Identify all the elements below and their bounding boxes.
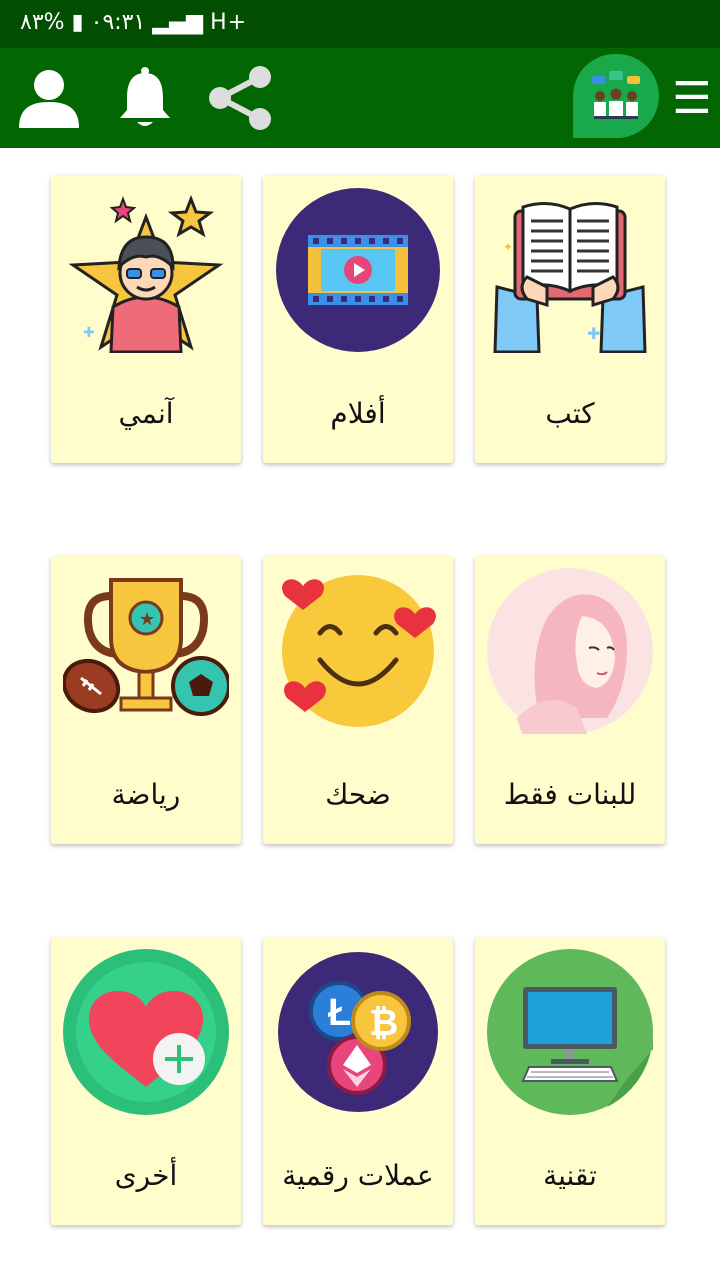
computer-icon bbox=[487, 949, 653, 1115]
category-card-cryptocurrency[interactable]: Ł ₿ عملات رقمية bbox=[263, 937, 453, 1225]
notifications-button[interactable] bbox=[110, 48, 180, 148]
category-label: عملات رقمية bbox=[282, 1159, 434, 1192]
bell-icon bbox=[120, 67, 170, 126]
category-card-girls-only[interactable]: للبنات فقط bbox=[475, 556, 665, 844]
hamburger-menu-icon: ☰ bbox=[672, 72, 712, 124]
category-label: تقنية bbox=[543, 1159, 597, 1192]
category-label: آنمي bbox=[118, 397, 174, 430]
svg-text:Ł: Ł bbox=[328, 992, 351, 1034]
app-bar: ☰ bbox=[0, 48, 720, 148]
status-bar-text: ٠٩:٣١ ▮ %٨٣ ▂▄▆ H+ bbox=[20, 10, 248, 35]
share-button[interactable] bbox=[202, 48, 278, 148]
category-card-movies[interactable]: أفلام bbox=[263, 175, 453, 463]
anime-icon: ✚ bbox=[68, 194, 224, 353]
hijab-girl-icon bbox=[487, 568, 653, 734]
category-card-anime[interactable]: ✚ آنمي bbox=[51, 175, 241, 463]
svg-text:★: ★ bbox=[139, 609, 155, 630]
status-bar: ٠٩:٣١ ▮ %٨٣ ▂▄▆ H+ bbox=[0, 0, 720, 48]
menu-button[interactable]: ☰ bbox=[664, 48, 720, 148]
heart-plus-icon bbox=[63, 949, 229, 1115]
category-card-sports[interactable]: ★ رياضة bbox=[51, 556, 241, 844]
category-card-books[interactable]: ✚ ✦ كتب bbox=[475, 175, 665, 463]
trophy-icon: ★ bbox=[63, 578, 229, 716]
svg-text:₿: ₿ bbox=[369, 1002, 398, 1043]
svg-text:✚: ✚ bbox=[83, 325, 95, 341]
category-card-technology[interactable]: تقنية bbox=[475, 937, 665, 1225]
category-card-laughter[interactable]: ضحك bbox=[263, 556, 453, 844]
category-label: أفلام bbox=[330, 397, 386, 430]
community-icon bbox=[592, 71, 640, 119]
category-grid: ✚ ✦ كتب أفلام ✚ آنمي للبنات فقط ضحك ★ ري… bbox=[0, 148, 720, 1280]
category-card-other[interactable]: أخرى bbox=[51, 937, 241, 1225]
laughing-emoji-icon bbox=[282, 575, 436, 727]
profile-button[interactable] bbox=[14, 48, 84, 148]
svg-text:✦: ✦ bbox=[503, 240, 513, 254]
user-icon bbox=[19, 70, 79, 128]
community-logo-button[interactable] bbox=[573, 54, 659, 138]
book-icon: ✚ ✦ bbox=[493, 202, 647, 353]
crypto-coins-icon: Ł ₿ bbox=[278, 952, 438, 1112]
category-label: رياضة bbox=[111, 778, 181, 811]
film-icon bbox=[276, 188, 440, 352]
category-label: أخرى bbox=[114, 1159, 178, 1192]
share-icon bbox=[209, 66, 271, 130]
category-label: للبنات فقط bbox=[503, 778, 637, 811]
svg-text:✚: ✚ bbox=[587, 324, 600, 343]
category-label: كتب bbox=[545, 397, 595, 430]
category-label: ضحك bbox=[325, 778, 391, 811]
